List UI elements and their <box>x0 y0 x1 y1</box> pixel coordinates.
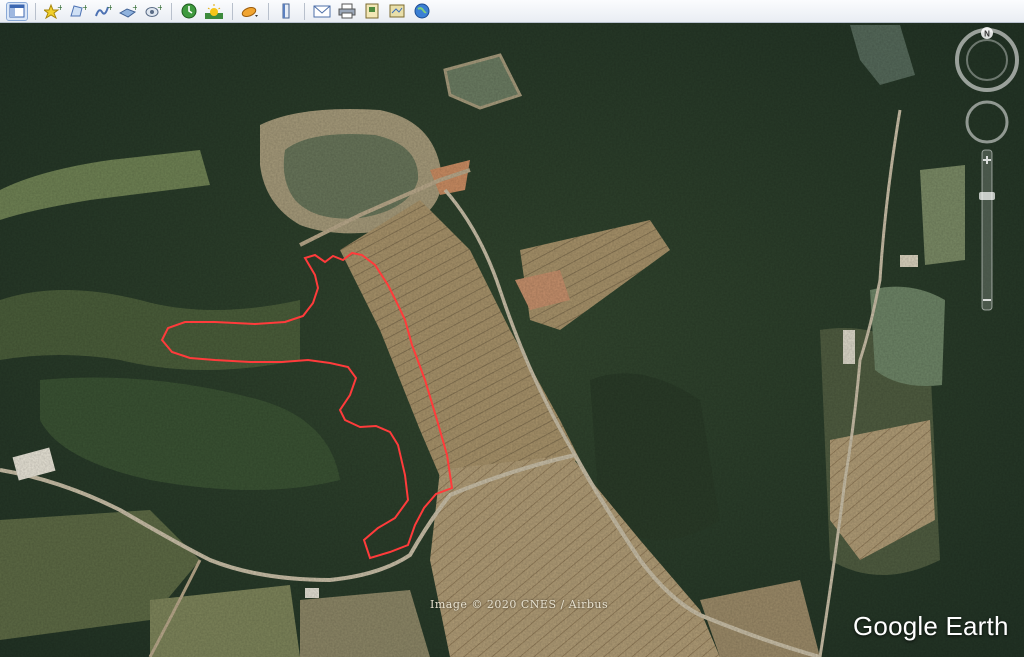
add-path-icon: + <box>95 3 112 17</box>
view-in-maps-button[interactable] <box>386 2 408 21</box>
toolbar-separator <box>232 2 233 20</box>
add-placemark-button[interactable]: + <box>42 2 64 21</box>
svg-text:+: + <box>82 3 87 12</box>
email-icon <box>313 5 331 18</box>
add-image-overlay-button[interactable]: + <box>117 2 139 21</box>
zoom-slider[interactable] <box>979 149 995 311</box>
zoom-slider-handle[interactable] <box>979 192 995 200</box>
satellite-map-view[interactable] <box>0 23 1024 657</box>
imagery-texture <box>0 23 1024 657</box>
record-tour-icon: + <box>145 3 162 17</box>
sidebar-toggle-icon <box>9 4 25 18</box>
ruler-button[interactable] <box>275 2 297 21</box>
toolbar-separator <box>268 2 269 20</box>
save-image-button[interactable] <box>361 2 383 21</box>
sunlight-button[interactable] <box>203 2 225 21</box>
sunlight-icon <box>205 4 223 19</box>
record-tour-button[interactable]: + <box>142 2 164 21</box>
add-path-button[interactable]: + <box>92 2 114 21</box>
add-image-overlay-icon: + <box>119 3 137 18</box>
move-joystick[interactable] <box>965 100 1009 144</box>
add-placemark-icon: + <box>44 3 62 19</box>
toolbar-separator <box>171 2 172 20</box>
earth-gallery-icon <box>414 3 430 19</box>
sidebar-toggle-button[interactable] <box>6 1 28 21</box>
north-indicator[interactable]: N <box>981 27 993 39</box>
print-button[interactable] <box>336 2 358 21</box>
google-earth-logo: Google Earth <box>853 611 1009 641</box>
switch-to-sky-button[interactable] <box>239 2 261 21</box>
historical-imagery-button[interactable] <box>178 2 200 21</box>
email-button[interactable] <box>311 2 333 21</box>
toolbar-separator <box>304 2 305 20</box>
view-in-maps-icon <box>389 4 405 18</box>
toolbar-separator <box>35 2 36 20</box>
toolbar: + + + + + <box>0 0 1024 23</box>
google-earth-window: + + + + + N Image © 2020 CNES / Airbus G… <box>0 0 1024 657</box>
add-polygon-button[interactable]: + <box>67 2 89 21</box>
historical-imagery-icon <box>181 3 197 19</box>
ruler-icon <box>282 3 290 19</box>
svg-text:+: + <box>132 3 137 12</box>
imagery-attribution: Image © 2020 CNES / Airbus <box>430 598 609 611</box>
print-icon <box>338 3 356 19</box>
svg-text:+: + <box>157 3 162 12</box>
save-image-icon <box>365 3 379 19</box>
svg-text:+: + <box>57 3 62 12</box>
switch-to-sky-icon <box>241 7 258 17</box>
compass-north-label: N <box>984 30 990 39</box>
add-polygon-icon: + <box>70 3 87 17</box>
navigation-controls: N <box>955 27 1019 311</box>
earth-gallery-button[interactable] <box>411 2 433 21</box>
svg-text:+: + <box>107 3 112 12</box>
